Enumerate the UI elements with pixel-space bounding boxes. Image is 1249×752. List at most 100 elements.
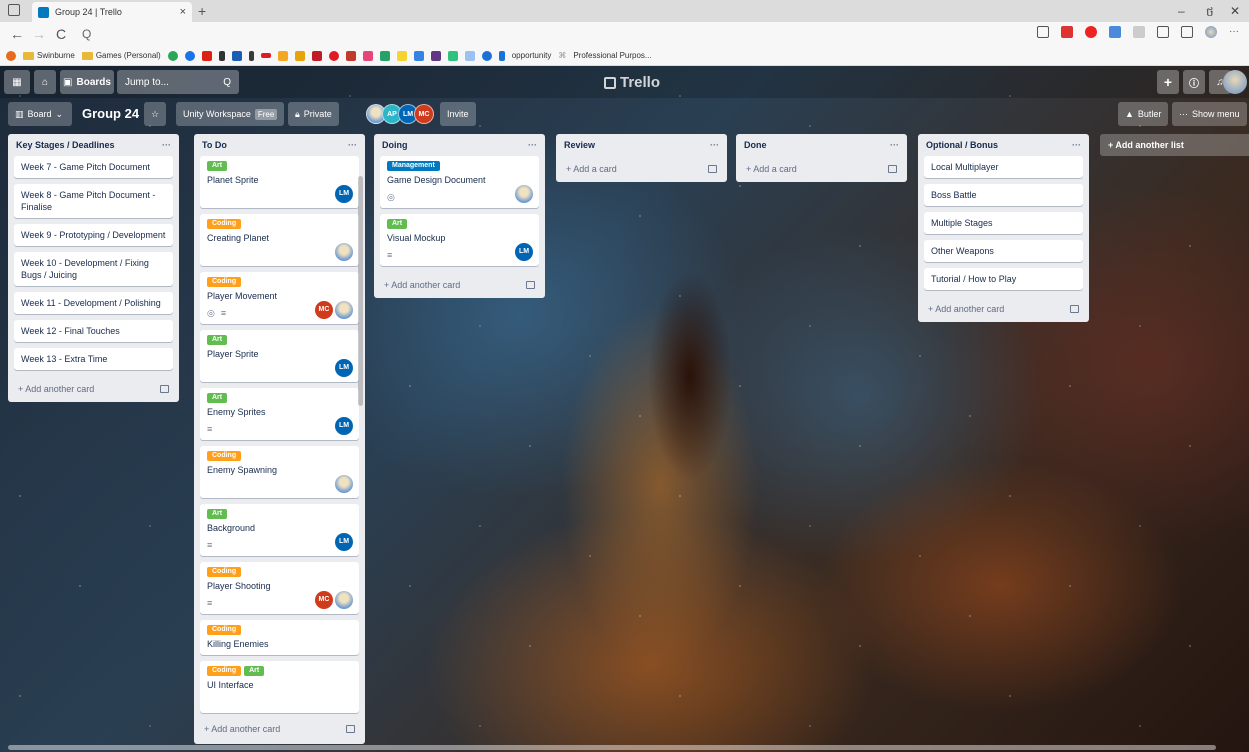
card[interactable]: Coding Killing Enemies [200,620,359,655]
card[interactable]: Week 11 - Development / Polishing [14,292,173,314]
bookmark-icon[interactable] [481,50,492,61]
reading-view-icon[interactable] [1037,26,1049,38]
list-menu-icon[interactable]: ··· [710,140,719,150]
card-template-icon[interactable] [1070,305,1079,313]
bookmark-icon[interactable] [277,50,288,61]
list-menu-icon[interactable]: ··· [890,140,899,150]
list-title[interactable]: Optional / Bonus [926,140,998,150]
extension-shield-icon[interactable] [1109,26,1121,38]
card[interactable]: Boss Battle [924,184,1083,206]
star-button[interactable]: ☆ [144,102,166,126]
member-avatar[interactable] [335,243,353,261]
bookmark-icon[interactable] [294,50,305,61]
card[interactable]: Multiple Stages [924,212,1083,234]
add-card-button[interactable]: + Add a card [562,156,721,182]
add-card-button[interactable]: + Add another card [14,376,173,402]
bookmark-icon[interactable] [167,50,178,61]
card[interactable]: Week 12 - Final Touches [14,320,173,342]
add-card-button[interactable]: + Add another card [380,272,539,298]
card-template-icon[interactable] [160,385,169,393]
tab-close-icon[interactable]: × [180,6,186,18]
more-icon[interactable]: ··· [1229,26,1239,38]
butler-button[interactable]: ▲ Butler [1118,102,1169,126]
board-member-avatar[interactable]: MC [414,104,434,124]
bookmark-folder-games[interactable]: Games (Personal) [81,51,161,60]
member-avatar[interactable] [335,475,353,493]
bookmark-icon[interactable] [396,50,407,61]
card[interactable]: Week 8 - Game Pitch Document - Finalise [14,184,173,218]
list-title[interactable]: Doing [382,140,408,150]
trello-logo[interactable]: Trello [604,74,660,91]
show-menu-button[interactable]: ··· Show menu [1172,102,1247,126]
jump-to-search[interactable]: Jump to... Q [117,70,239,94]
bookmark-icon[interactable] [345,50,356,61]
card[interactable]: Coding Creating Planet [200,214,359,266]
card[interactable]: Coding Enemy Spawning [200,446,359,498]
new-tab-button[interactable]: + [198,3,206,19]
bookmark-icon[interactable] [413,50,424,61]
bookmark-icon[interactable] [362,50,373,61]
card[interactable]: Art Player Sprite LM [200,330,359,382]
browser-tab[interactable]: Group 24 | Trello × [32,2,192,22]
card[interactable]: Week 13 - Extra Time [14,348,173,370]
boards-button[interactable]: ▣ Boards [60,70,114,94]
bookmark-professional[interactable]: Professional Purpos... [573,51,651,60]
card[interactable]: Art Enemy Sprites ≡ LM [200,388,359,440]
card[interactable]: Art Visual Mockup ≡ LM [380,214,539,266]
extension-grey-icon[interactable] [1133,26,1145,38]
board-view-switcher[interactable]: ▥ Board ⌄ [8,102,72,126]
bookmark-icon[interactable] [184,50,195,61]
visibility-button[interactable]: 🔒︎ Private [288,102,339,126]
member-avatar[interactable]: LM [515,243,533,261]
apps-grid-icon[interactable]: ▦ [4,70,30,94]
bookmark-icon[interactable] [328,50,339,61]
board-horizontal-scrollbar[interactable] [8,745,1216,750]
card[interactable]: Art Planet Sprite LM [200,156,359,208]
card-template-icon[interactable] [526,281,535,289]
favorites-icon[interactable] [1157,26,1169,38]
list-scrollbar[interactable] [358,176,363,406]
list-menu-icon[interactable]: ··· [348,140,357,150]
card[interactable]: Tutorial / How to Play [924,268,1083,290]
list-menu-icon[interactable]: ··· [1072,140,1081,150]
invite-button[interactable]: Invite [440,102,476,126]
bookmark-opportunity[interactable]: opportunity [512,51,552,60]
bookmark-icon[interactable] [6,50,16,61]
bookmark-icon[interactable] [218,50,225,61]
list-header[interactable]: Done ··· [742,134,901,156]
add-card-button[interactable]: + Add another card [200,716,359,742]
bookmark-icon[interactable] [498,50,505,61]
member-avatar[interactable] [335,591,353,609]
bookmark-icon[interactable] [248,50,254,61]
member-avatar[interactable]: MC [315,591,333,609]
card[interactable]: Coding Art UI Interface [200,661,359,713]
add-card-button[interactable]: + Add another card [924,296,1083,322]
list-header[interactable]: To Do ··· [200,134,359,156]
list-header[interactable]: Doing ··· [380,134,539,156]
url-search-icon[interactable]: Q [82,27,91,41]
add-card-button[interactable]: + Add a card [742,156,901,182]
list-title[interactable]: Review [564,140,595,150]
list-header[interactable]: Review ··· [562,134,721,156]
board-title[interactable]: Group 24 [82,106,139,121]
card[interactable]: Week 7 - Game Pitch Document [14,156,173,178]
bookmark-icon[interactable] [260,53,271,58]
bookmark-folder-swinburne[interactable]: Swinburne [23,51,75,60]
member-avatar[interactable] [1223,70,1247,94]
card-template-icon[interactable] [346,725,355,733]
card[interactable]: Management Game Design Document ◎ [380,156,539,208]
forward-button[interactable]: → [28,26,50,42]
card[interactable]: Week 10 - Development / Fixing Bugs / Ju… [14,252,173,286]
tab-actions-icon[interactable] [8,4,20,16]
profile-icon[interactable] [1205,26,1217,38]
create-button[interactable]: + [1157,70,1179,94]
bookmark-icon[interactable] [201,50,212,61]
minimize-button[interactable]: – [1178,4,1185,18]
member-avatar[interactable]: MC [315,301,333,319]
info-button[interactable]: ⓘ [1183,70,1205,94]
list-title[interactable]: Key Stages / Deadlines [16,140,115,150]
back-button[interactable]: ← [6,26,28,42]
card[interactable]: Coding Player Movement ◎ ≡ MC [200,272,359,324]
card[interactable]: Local Multiplayer [924,156,1083,178]
close-window-button[interactable]: ✕ [1230,4,1240,18]
